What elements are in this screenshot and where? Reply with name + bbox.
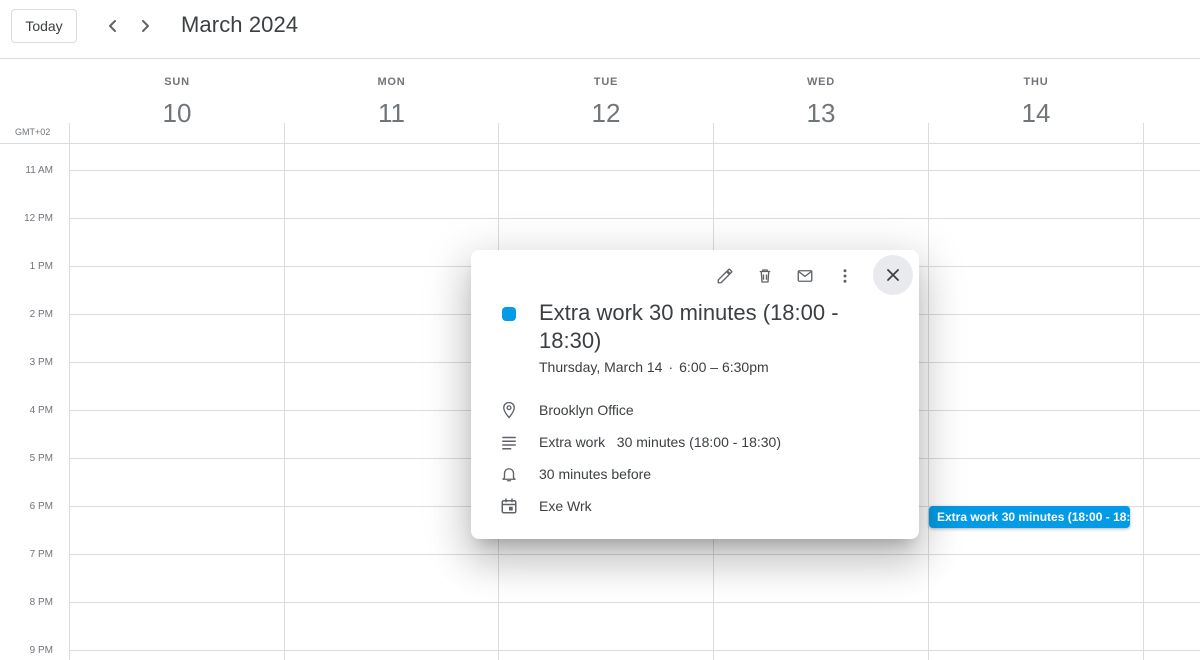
day-name: THU — [1023, 76, 1049, 88]
event-date: Thursday, March 14 — [539, 359, 663, 375]
hour-label: 1 PM — [29, 261, 53, 272]
day-number[interactable]: 14 — [929, 98, 1143, 129]
hour-label: 11 AM — [25, 165, 53, 176]
previous-week-button[interactable] — [99, 12, 127, 40]
calendar-icon — [498, 495, 520, 517]
day-header-sun[interactable]: SUN 10 — [70, 59, 284, 143]
day-name: TUE — [593, 76, 619, 88]
event-datetime: Thursday, March 14 · 6:00 – 6:30pm — [539, 359, 769, 375]
chevron-right-icon — [142, 20, 149, 32]
grid-column-divider — [1143, 123, 1144, 660]
close-icon — [887, 269, 899, 281]
edit-icon — [717, 268, 733, 284]
location-row: Brooklyn Office — [471, 399, 919, 423]
hour-gridline — [69, 218, 1200, 219]
delete-icon — [759, 269, 771, 283]
event-calendar-name: Exe Wrk — [539, 498, 592, 514]
day-number[interactable]: 10 — [70, 98, 284, 129]
event-color-indicator — [502, 307, 516, 321]
day-name: SUN — [164, 76, 190, 88]
event-title: Extra work 30 minutes (18:00 - 18:30) — [539, 300, 839, 353]
location-icon — [498, 399, 520, 421]
hour-label: 8 PM — [29, 597, 53, 608]
event-time: 6:00 – 6:30pm — [679, 359, 769, 375]
hour-label: 7 PM — [29, 549, 53, 560]
day-name: WED — [806, 76, 836, 88]
description-row: Extra work 30 minutes (18:00 - 18:30) — [471, 431, 919, 455]
top-bar: Today March 2024 — [0, 0, 1200, 59]
reminder-row: 30 minutes before — [471, 463, 919, 487]
hour-label: 12 PM — [24, 213, 53, 224]
hour-label: 9 PM — [29, 645, 53, 656]
more-options-icon — [843, 269, 847, 283]
email-guests-button[interactable] — [785, 256, 825, 296]
next-week-button[interactable] — [131, 12, 159, 40]
notification-icon — [498, 463, 520, 485]
day-header-thu[interactable]: THU 14 — [929, 59, 1143, 143]
close-popup-button[interactable] — [873, 255, 913, 295]
today-button[interactable]: Today — [11, 9, 77, 43]
edit-event-button[interactable] — [705, 256, 745, 296]
grid-column-divider — [69, 123, 70, 660]
event-location: Brooklyn Office — [539, 402, 634, 418]
day-number[interactable]: 12 — [499, 98, 713, 129]
hour-label: 2 PM — [29, 309, 53, 320]
hour-gridline — [69, 650, 1200, 651]
separator: · — [668, 359, 674, 375]
grid-column-divider — [928, 123, 929, 660]
hour-label: 3 PM — [29, 357, 53, 368]
grid-column-divider — [284, 123, 285, 660]
day-number[interactable]: 13 — [714, 98, 928, 129]
delete-event-button[interactable] — [745, 256, 785, 296]
header-divider — [0, 143, 1200, 144]
hour-gridline — [69, 602, 1200, 603]
event-reminder: 30 minutes before — [539, 466, 652, 482]
month-title: March 2024 — [181, 12, 299, 37]
event-details-popup: Extra work 30 minutes (18:00 - 18:30) Th… — [471, 250, 919, 539]
day-header-mon[interactable]: MON 11 — [285, 59, 498, 143]
event-chip[interactable]: Extra work 30 minutes (18:00 - 18:30) — [929, 506, 1130, 528]
more-options-button[interactable] — [825, 256, 865, 296]
calendar-row: Exe Wrk — [471, 495, 919, 519]
hour-gridline — [69, 170, 1200, 171]
hour-label: 6 PM — [29, 501, 53, 512]
day-number[interactable]: 11 — [285, 98, 498, 129]
hour-gridline — [69, 554, 1200, 555]
day-header-wed[interactable]: WED 13 — [714, 59, 928, 143]
day-name: MON — [377, 76, 406, 88]
chevron-left-icon — [109, 20, 116, 32]
email-icon — [797, 270, 813, 282]
timezone-label: GMT+02 — [15, 127, 51, 137]
hour-label: 4 PM — [29, 405, 53, 416]
day-header-tue[interactable]: TUE 12 — [499, 59, 713, 143]
hour-label: 5 PM — [29, 453, 53, 464]
event-description: Extra work 30 minutes (18:00 - 18:30) — [539, 434, 781, 450]
description-icon — [498, 431, 520, 453]
